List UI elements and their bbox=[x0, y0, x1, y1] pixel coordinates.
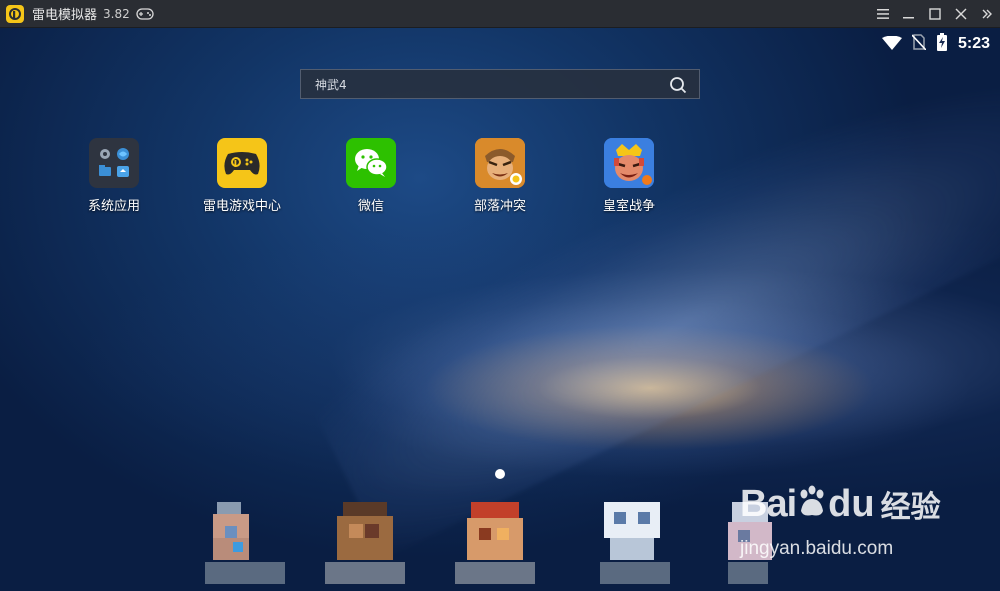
expand-sidebar-icon[interactable] bbox=[974, 0, 1000, 28]
dock-app-4[interactable] bbox=[600, 502, 680, 584]
search-icon[interactable] bbox=[669, 76, 687, 94]
dock-app-1[interactable] bbox=[205, 502, 285, 584]
no-sim-icon bbox=[911, 34, 927, 54]
app-title: 雷电模拟器 bbox=[32, 8, 98, 23]
menu-icon[interactable] bbox=[870, 0, 896, 28]
status-clock: 5:23 bbox=[957, 35, 990, 52]
wifi-icon bbox=[881, 35, 902, 54]
app-label: 皇室战争 bbox=[602, 199, 655, 214]
battery-charging-icon bbox=[936, 33, 948, 55]
app-clash-royale[interactable]: 皇室战争 bbox=[564, 138, 694, 214]
system-apps-folder-icon[interactable] bbox=[89, 138, 139, 188]
baidu-jingyan-watermark: Bai du 经验 jingyan.baidu.com bbox=[732, 480, 982, 570]
app-clash-of-clans[interactable]: 部落冲突 bbox=[435, 138, 565, 214]
search-input[interactable]: 神武4 bbox=[315, 76, 347, 93]
android-home-screen: 5:23 神武4 系统应用 雷电游戏中心 微信 部落冲突 皇室战争 Bai du… bbox=[0, 28, 1000, 591]
dock-app-2[interactable] bbox=[325, 502, 405, 584]
app-version: 3.82 bbox=[103, 6, 130, 21]
app-system-apps[interactable]: 系统应用 bbox=[49, 138, 179, 214]
app-wechat[interactable]: 微信 bbox=[306, 138, 436, 214]
app-label: 雷电游戏中心 bbox=[202, 199, 281, 214]
wallpaper-galaxy bbox=[297, 28, 1000, 558]
leidian-game-center-icon[interactable] bbox=[217, 138, 267, 188]
window-controls bbox=[870, 0, 1000, 28]
watermark-jingyan: 经验 bbox=[880, 490, 941, 525]
app-leidian-game-center[interactable]: 雷电游戏中心 bbox=[177, 138, 307, 214]
wechat-icon[interactable] bbox=[346, 138, 396, 188]
app-label: 微信 bbox=[357, 199, 384, 214]
title-bar: 雷电模拟器 3.82 bbox=[0, 0, 1000, 28]
leidian-logo-icon bbox=[6, 4, 24, 23]
dock-app-3[interactable] bbox=[455, 502, 535, 584]
watermark-bai: Bai bbox=[740, 482, 797, 525]
clash-royale-icon[interactable] bbox=[604, 138, 654, 188]
close-icon[interactable] bbox=[948, 0, 974, 28]
status-bar: 5:23 bbox=[881, 32, 990, 56]
app-label: 系统应用 bbox=[87, 199, 140, 214]
search-bar[interactable]: 神武4 bbox=[300, 69, 700, 99]
watermark-brand: Bai du 经验 bbox=[740, 482, 941, 526]
page-indicator-dot bbox=[495, 469, 505, 479]
gamepad-icon[interactable] bbox=[136, 7, 154, 20]
home-app-grid: 系统应用 雷电游戏中心 微信 部落冲突 皇室战争 bbox=[0, 138, 1000, 218]
app-label: 部落冲突 bbox=[473, 199, 526, 214]
clash-of-clans-icon[interactable] bbox=[475, 138, 525, 188]
baidu-paw-icon bbox=[797, 485, 827, 523]
watermark-url: jingyan.baidu.com bbox=[740, 538, 894, 559]
minimize-icon[interactable] bbox=[896, 0, 922, 28]
maximize-icon[interactable] bbox=[922, 0, 948, 28]
watermark-du: du bbox=[828, 482, 875, 525]
